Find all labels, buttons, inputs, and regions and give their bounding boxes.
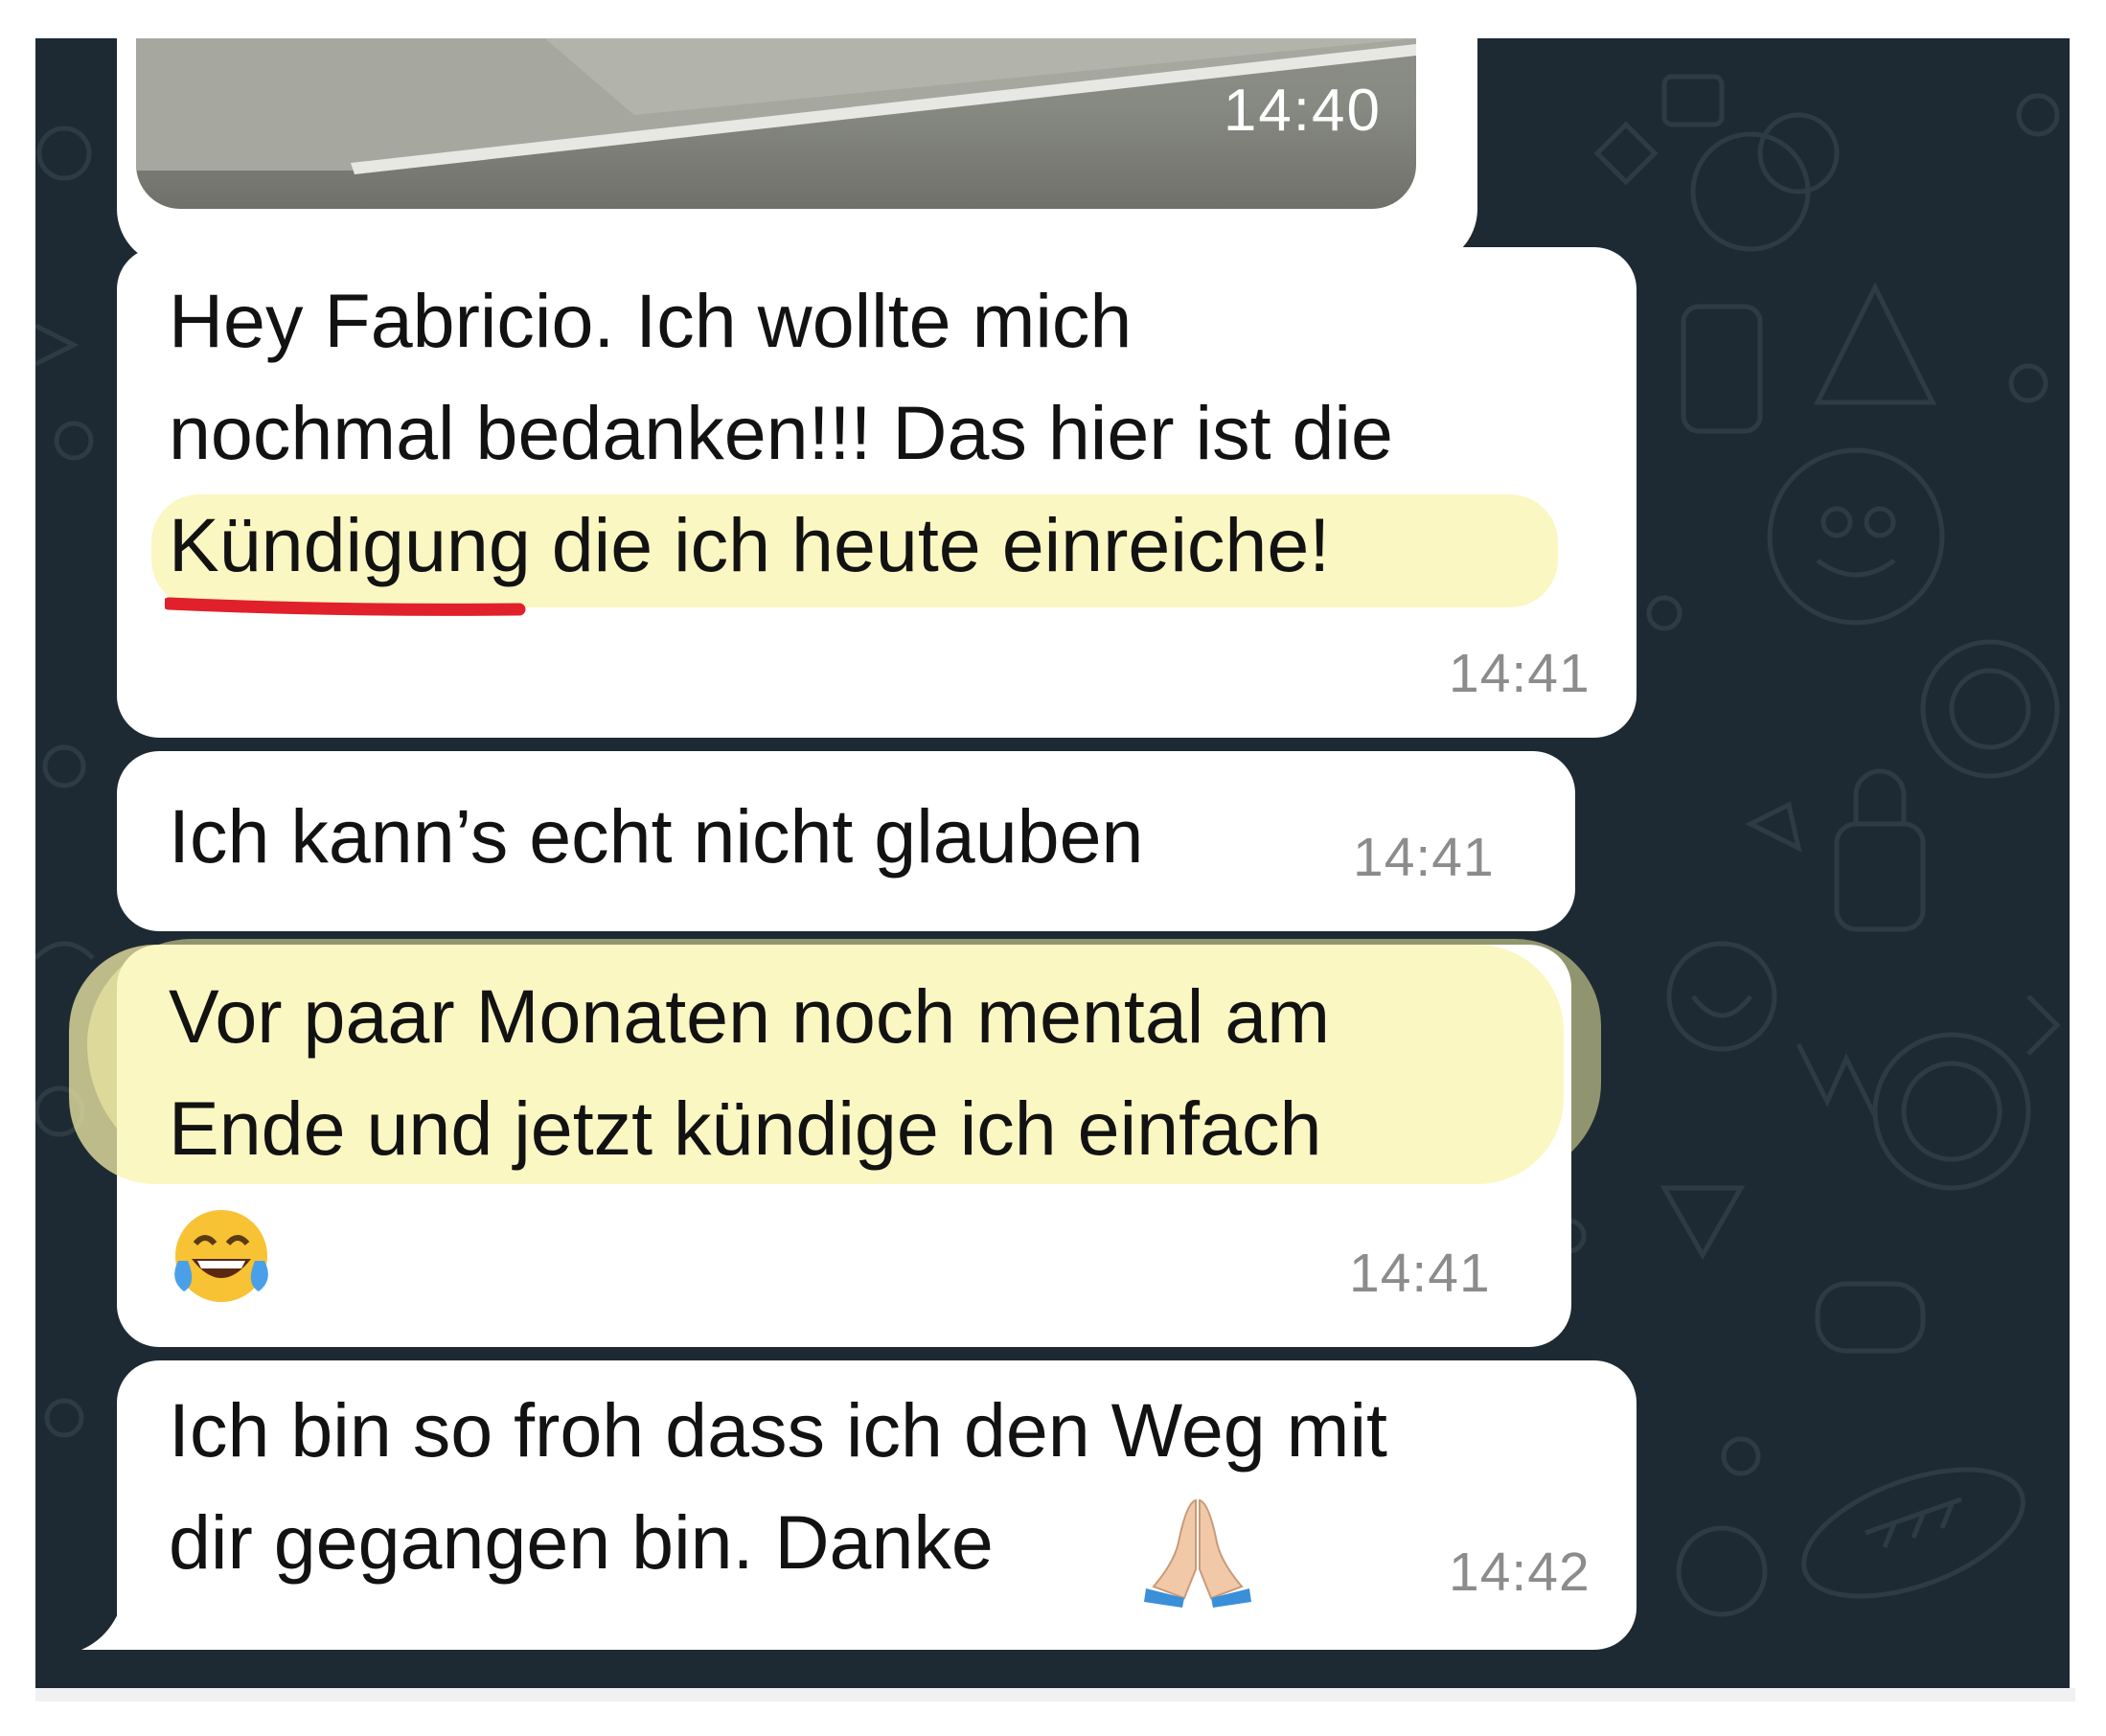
message-line: Ende und jetzt kündige ich einfach — [169, 1085, 1322, 1171]
face-with-tears-of-joy-icon — [174, 1210, 268, 1302]
message-line: nochmal bedanken!!! Das hier ist die — [169, 390, 1393, 475]
bottom-edge-strip — [35, 1688, 2075, 1702]
message-line: dir gegangen bin. Danke — [169, 1499, 994, 1585]
message-bubble[interactable]: Hey Fabricio. Ich wollte mich nochmal be… — [117, 247, 1637, 738]
message-timestamp: 14:41 — [1353, 827, 1495, 888]
message-bubble[interactable]: Ich kann’s echt nicht glauben 14:41 — [117, 751, 1575, 931]
folded-hands-icon — [1144, 1498, 1251, 1608]
message-line: Ich kann’s echt nicht glauben — [169, 793, 1144, 879]
image-timestamp: 14:40 — [1223, 78, 1382, 144]
message-timestamp: 14:41 — [1349, 1243, 1491, 1304]
message-line: Kündigung die ich heute einreiche! — [169, 502, 1331, 587]
image-message-bubble[interactable]: 14:40 — [117, 38, 1477, 266]
message-bubble[interactable]: Vor paar Monaten noch mental am Ende und… — [69, 945, 1571, 1347]
message-timestamp: 14:41 — [1449, 643, 1591, 704]
red-underline-annotation — [165, 597, 526, 616]
message-bubble[interactable]: Ich bin so froh dass ich den Weg mit dir… — [117, 1360, 1637, 1650]
message-line: Hey Fabricio. Ich wollte mich — [169, 278, 1133, 363]
message-line: Vor paar Monaten noch mental am — [169, 973, 1331, 1059]
message-line: Ich bin so froh dass ich den Weg mit — [169, 1387, 1387, 1473]
message-timestamp: 14:42 — [1449, 1542, 1591, 1603]
chat-background: 14:40 Hey Fabricio. Ich wollte mich noch… — [35, 38, 2070, 1688]
photo-thumbnail[interactable]: 14:40 — [136, 38, 1416, 209]
